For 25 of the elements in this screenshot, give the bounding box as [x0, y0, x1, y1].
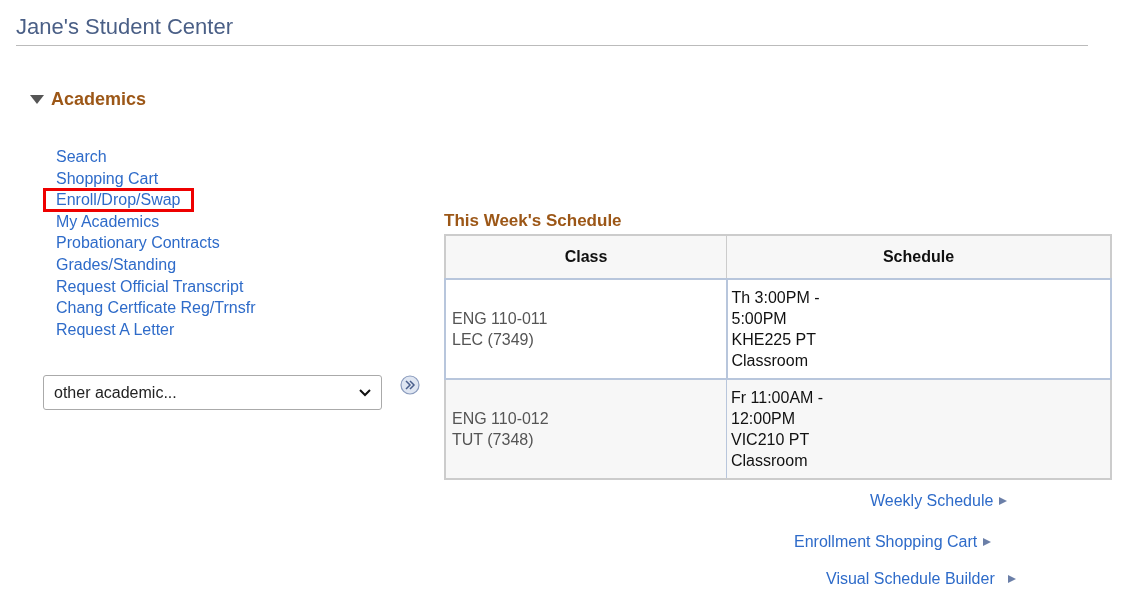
- triangle-right-icon: [982, 537, 993, 547]
- nav-link[interactable]: Enroll/Drop/Swap: [43, 188, 194, 212]
- nav-link[interactable]: Grades/Standing: [43, 252, 190, 277]
- schedule-title: This Week's Schedule: [444, 211, 623, 231]
- schedule-link[interactable]: Visual Schedule Builder: [826, 570, 1017, 588]
- section-title[interactable]: Academics: [51, 89, 147, 110]
- page-title: Jane's Student Center: [16, 14, 1088, 46]
- collapse-triangle-icon[interactable]: [30, 95, 44, 104]
- nav-link[interactable]: Shopping Cart: [43, 166, 172, 191]
- schedule-link[interactable]: Weekly Schedule: [870, 492, 1009, 510]
- nav-link[interactable]: Search: [43, 145, 120, 169]
- table-cell: ENG 110-011 LEC (7349): [445, 279, 727, 379]
- schedule-link[interactable]: Enrollment Shopping Cart: [794, 533, 993, 551]
- nav-link[interactable]: Probationary Contracts: [43, 231, 233, 255]
- nav-link[interactable]: Chang Certficate Reg/Trnsfr: [43, 296, 269, 320]
- triangle-right-icon: [1006, 574, 1017, 584]
- nav-link[interactable]: My Academics: [43, 209, 173, 234]
- nav-link[interactable]: Request Official Transcript: [43, 274, 257, 299]
- column-header: Schedule: [726, 235, 1111, 279]
- academic-select[interactable]: other academic...: [43, 375, 382, 411]
- nav-link[interactable]: Request A Letter: [43, 317, 188, 342]
- column-header: Class: [445, 235, 727, 279]
- go-icon[interactable]: [400, 375, 420, 396]
- chevron-down-icon: [359, 388, 371, 397]
- triangle-right-icon: [998, 496, 1009, 506]
